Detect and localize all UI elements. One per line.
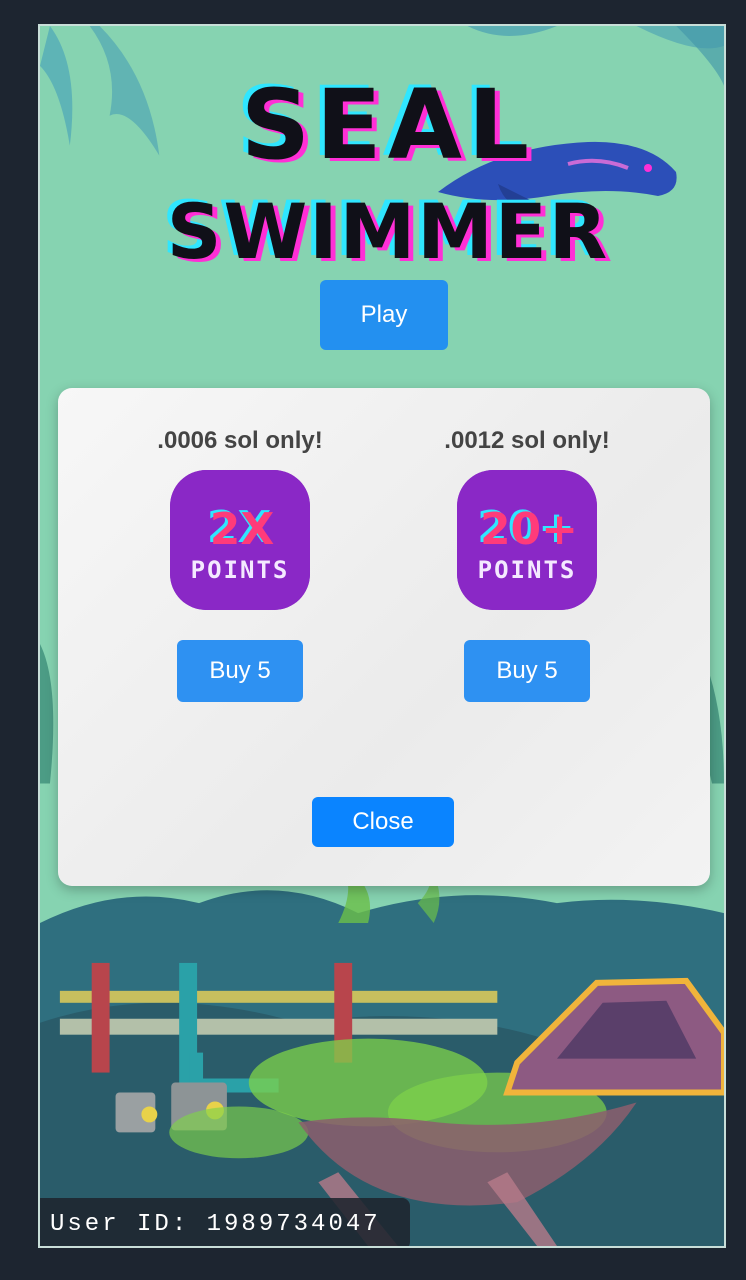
badge-bottom: POINTS: [478, 556, 577, 584]
user-id-label: User ID: 1989734047: [40, 1198, 410, 1246]
badge-top: 20+: [480, 504, 578, 555]
twenty-plus-points-icon: 20+ 20+ POINTS: [457, 470, 597, 610]
game-logo: SEAL SEAL SEAL SWIMMER SWIMMER SWIMMER: [162, 66, 677, 274]
shop-modal: .0006 sol only! 2X 2X POINTS Buy 5 .0012…: [58, 388, 710, 886]
close-button[interactable]: Close: [312, 797, 454, 847]
buy-2x-points-button[interactable]: Buy 5: [177, 640, 303, 702]
badge-top: 2X: [210, 504, 275, 555]
offer-price: .0012 sol only!: [444, 427, 610, 454]
offer-card: .0006 sol only! 2X 2X POINTS Buy 5: [110, 426, 370, 702]
badge-bottom: POINTS: [191, 556, 290, 584]
logo-line2: SWIMMER: [167, 187, 610, 274]
double-points-icon: 2X 2X POINTS: [170, 470, 310, 610]
buy-20-plus-points-button[interactable]: Buy 5: [464, 640, 590, 702]
offer-price: .0006 sol only!: [157, 427, 323, 454]
game-screen: SEAL SEAL SEAL SWIMMER SWIMMER SWIMMER P…: [38, 24, 726, 1248]
offer-card: .0012 sol only! 20+ 20+ POINTS Buy 5: [397, 426, 657, 702]
logo-line1: SEAL: [241, 69, 535, 181]
play-button[interactable]: Play: [320, 280, 448, 350]
